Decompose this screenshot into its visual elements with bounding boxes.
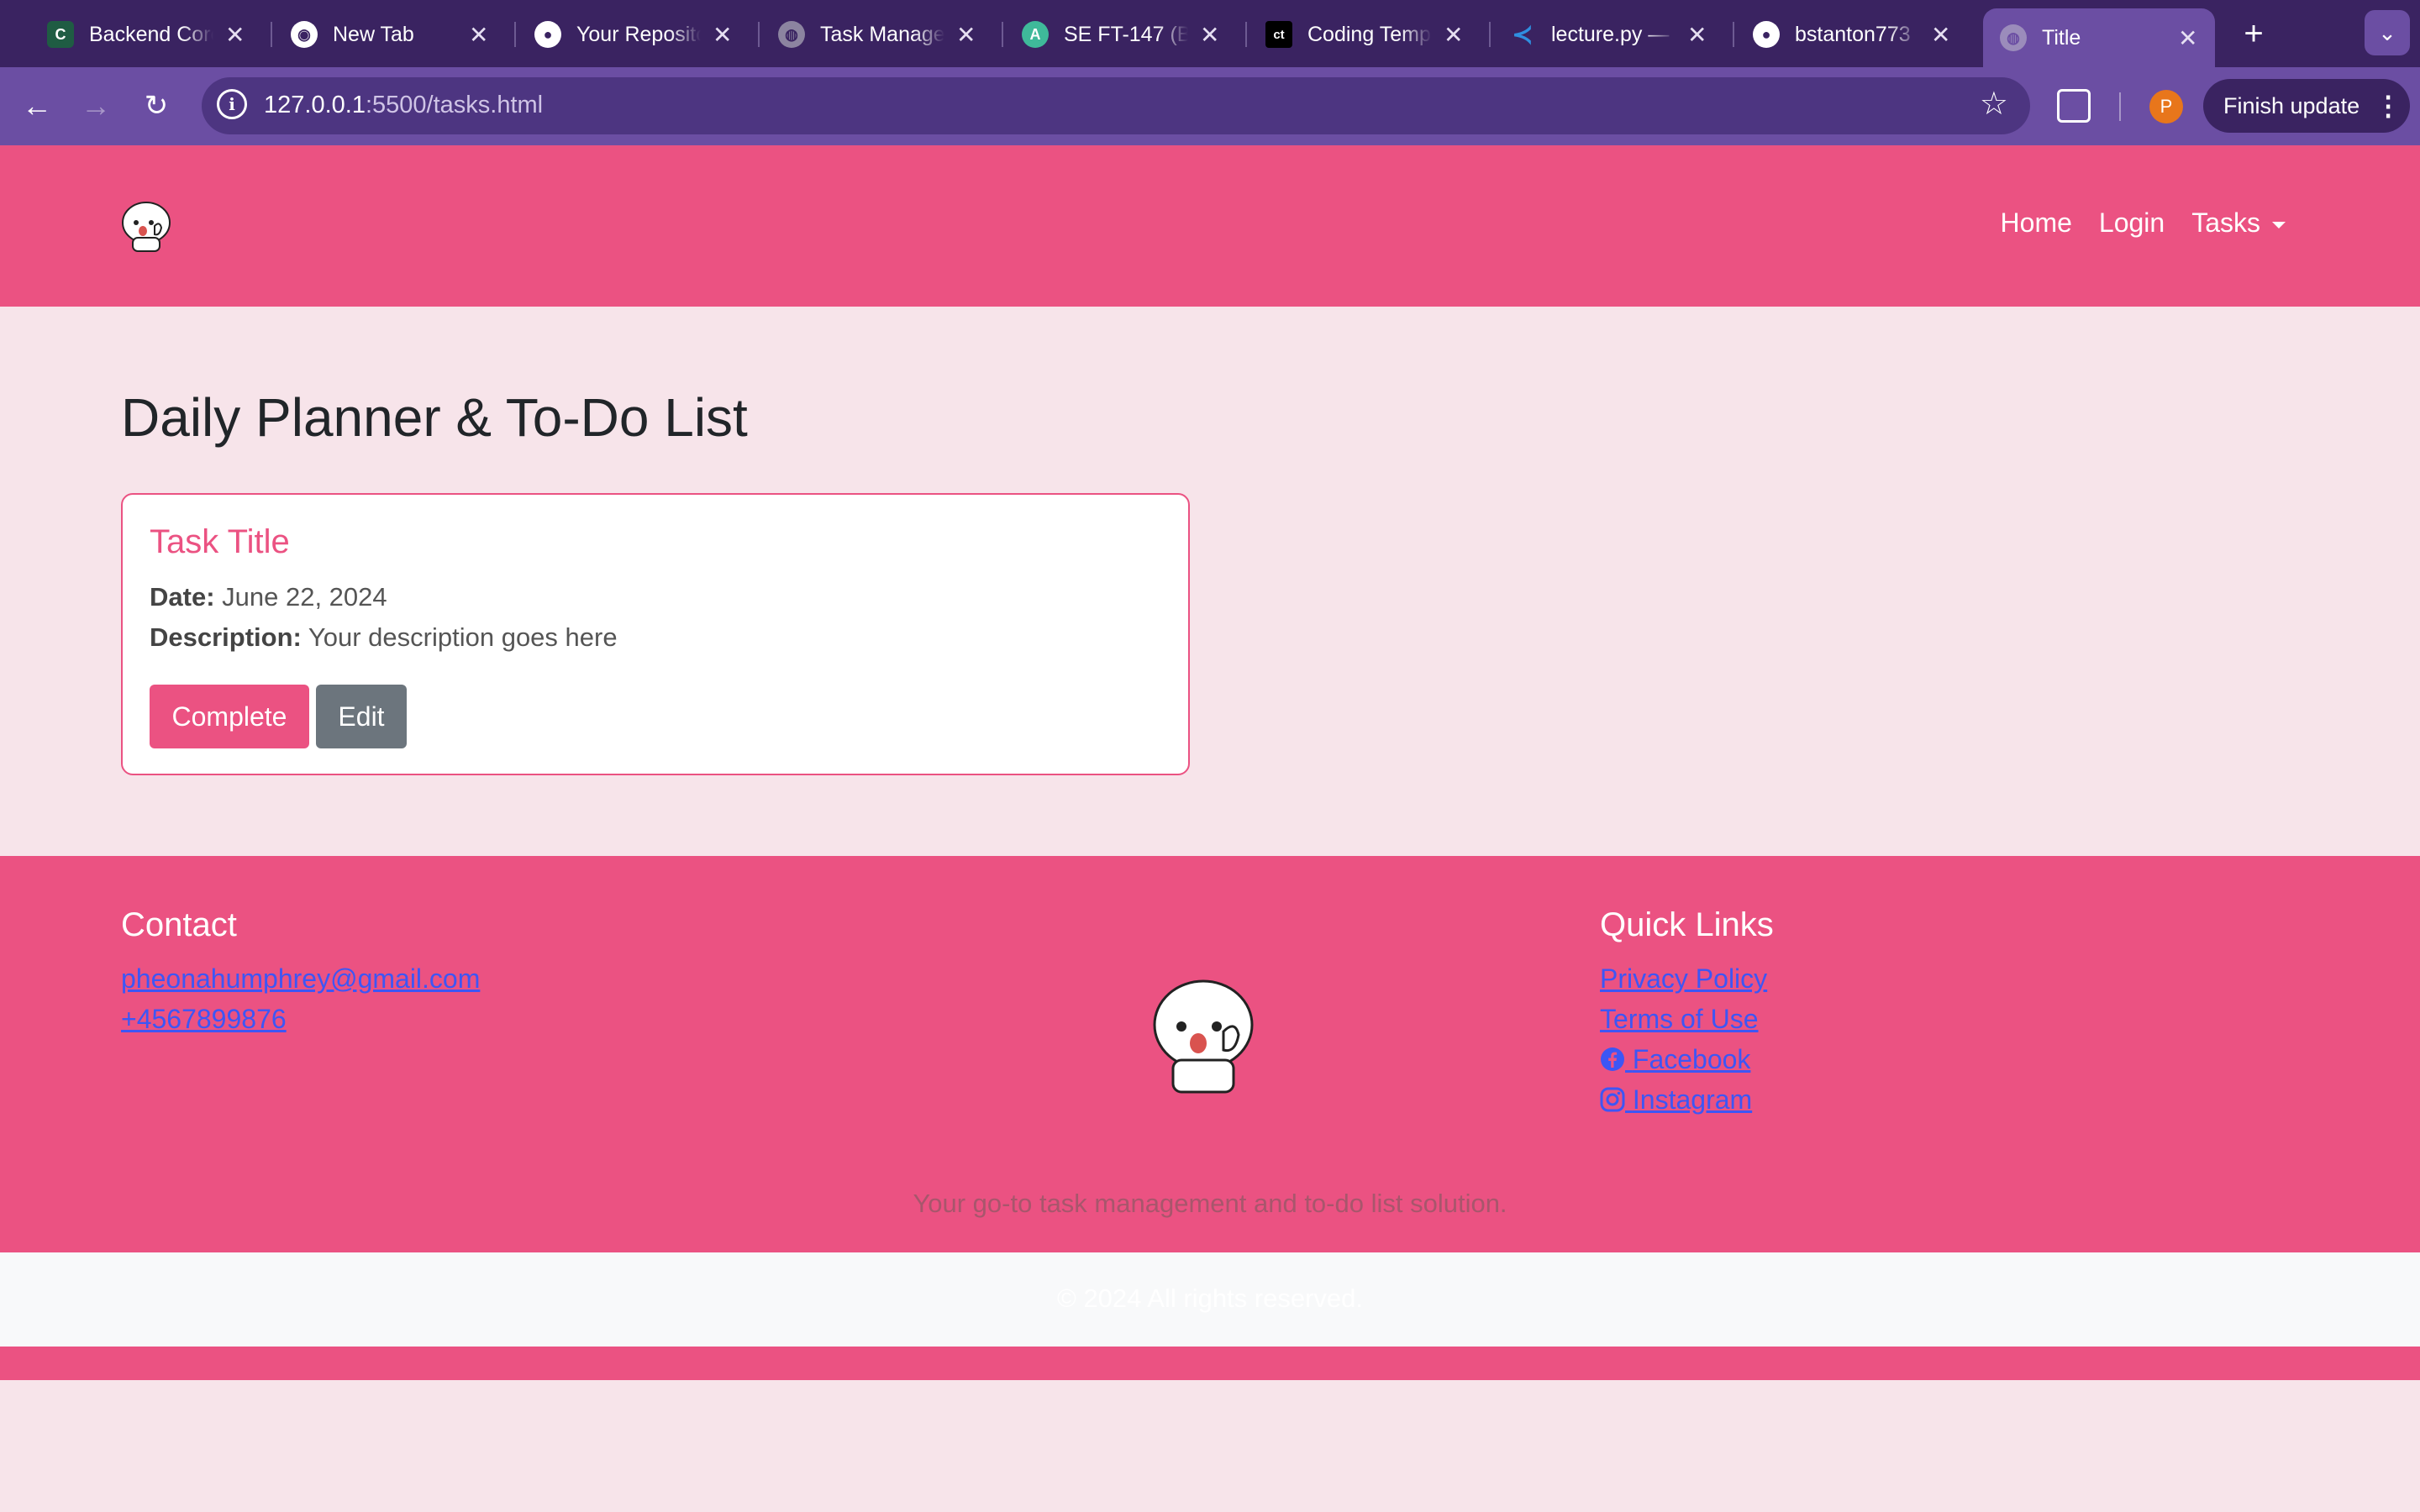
globe-icon: ◍: [2000, 24, 2027, 51]
browser-tab[interactable]: ◍ Task Manager ✕: [761, 10, 976, 59]
github-icon: ●: [534, 21, 561, 48]
browser-tab[interactable]: C Backend Core ✕: [30, 10, 245, 59]
contact-heading: Contact: [121, 906, 237, 943]
close-icon[interactable]: ✕: [1687, 21, 1707, 49]
nav-dropdown-label: Tasks: [2191, 207, 2260, 238]
tab-divider: [514, 22, 516, 47]
tab-divider: [1245, 22, 1247, 47]
copyright-text: © 2024 All rights reserved.: [1056, 1284, 1364, 1313]
globe-icon: ◍: [778, 21, 805, 48]
browser-tab[interactable]: ct Coding Temple ✕: [1249, 10, 1463, 59]
caret-down-icon: [2272, 221, 2286, 228]
mascot-logo-icon[interactable]: [121, 201, 171, 253]
tab-label: New Tab: [333, 22, 414, 46]
tab-divider: [1489, 22, 1491, 47]
app-icon: A: [1022, 21, 1049, 48]
nav-link-login[interactable]: Login: [2099, 207, 2165, 239]
back-icon[interactable]: ←: [13, 82, 60, 129]
task-card: Task Title Date: June 22, 2024 Descripti…: [121, 493, 1190, 775]
quick-links-heading: Quick Links: [1600, 906, 1774, 943]
new-tab-button[interactable]: +: [2232, 12, 2275, 55]
close-icon[interactable]: ✕: [1931, 21, 1950, 49]
ct-icon: ct: [1265, 21, 1292, 48]
tab-label: SE FT-147 (B: [1064, 22, 1188, 46]
chrome-icon: ◉: [291, 21, 318, 48]
browser-tab[interactable]: ● Your Repositories ✕: [518, 10, 732, 59]
coding-temple-icon: C: [47, 21, 74, 48]
contact-phone-link[interactable]: +4567899876: [121, 1004, 287, 1035]
close-icon[interactable]: ✕: [225, 21, 245, 49]
site-info-icon[interactable]: i: [217, 89, 247, 119]
forward-icon[interactable]: →: [72, 82, 119, 129]
toolbar-divider: [2119, 92, 2121, 121]
site-footer: Contact pheonahumphrey@gmail.com +456789…: [0, 856, 2420, 1252]
edit-button[interactable]: Edit: [316, 685, 407, 748]
close-icon[interactable]: ✕: [956, 21, 976, 49]
task-date-label: Date:: [150, 582, 215, 612]
tab-label: lecture.py —: [1551, 22, 1670, 46]
close-icon[interactable]: ✕: [713, 21, 732, 49]
finish-update-label: Finish update: [2223, 92, 2360, 118]
facebook-link[interactable]: Facebook: [1600, 1044, 1750, 1075]
url-host: 127.0.0.1: [264, 92, 366, 118]
task-description-label: Description:: [150, 622, 302, 652]
url-text[interactable]: 127.0.0.1:5500/tasks.html: [264, 92, 543, 119]
complete-button[interactable]: Complete: [150, 685, 309, 748]
browser-tab[interactable]: A SE FT-147 (B ✕: [1005, 10, 1219, 59]
instagram-link-label: Instagram: [1632, 1084, 1753, 1115]
close-icon[interactable]: ✕: [1444, 21, 1463, 49]
vscode-icon: ≺: [1512, 20, 1534, 49]
tab-label: Coding Temple: [1307, 22, 1432, 46]
finish-update-button[interactable]: Finish update ⋮: [2203, 79, 2410, 133]
tab-divider: [758, 22, 760, 47]
facebook-link-label: Facebook: [1632, 1044, 1751, 1074]
browser-tab[interactable]: ● bstanton773 ✕: [1736, 10, 1950, 59]
browser-toolbar: ← → ↻ i 127.0.0.1:5500/tasks.html ☆ P Fi…: [0, 67, 2420, 145]
tab-label: Backend Core: [89, 22, 213, 46]
task-title: Task Title: [150, 523, 290, 560]
browser-tab[interactable]: ◉ New Tab ✕: [274, 10, 488, 59]
tab-divider: [1002, 22, 1003, 47]
nav-links: Home Login Tasks: [2001, 207, 2286, 239]
contact-email-link[interactable]: pheonahumphrey@gmail.com: [121, 963, 480, 995]
bottom-strip: [0, 1347, 2420, 1380]
browser-tab-active[interactable]: ◍ Title ✕: [1983, 8, 2215, 67]
url-path: :5500/tasks.html: [365, 92, 544, 118]
github-icon: ●: [1753, 21, 1780, 48]
task-date: Date: June 22, 2024: [150, 582, 387, 612]
instagram-icon: [1600, 1087, 1625, 1112]
tab-search-button[interactable]: ⌄: [2365, 10, 2410, 55]
tab-label: Task Manager: [820, 22, 944, 46]
nav-link-home[interactable]: Home: [2001, 207, 2072, 239]
tab-label: bstanton773: [1795, 22, 1911, 46]
task-description: Description: Your description goes here: [150, 622, 618, 653]
privacy-policy-link[interactable]: Privacy Policy: [1600, 963, 1767, 995]
tab-label: Your Repositories: [576, 22, 701, 46]
task-date-value: June 22, 2024: [222, 582, 387, 612]
close-icon[interactable]: ✕: [2178, 24, 2197, 52]
terms-of-use-link[interactable]: Terms of Use: [1600, 1004, 1758, 1035]
tab-divider: [1733, 22, 1734, 47]
mascot-illustration: [1153, 979, 1254, 1094]
copyright-bar: © 2024 All rights reserved.: [0, 1252, 2420, 1347]
bookmark-star-icon[interactable]: ☆: [1980, 85, 2008, 123]
tab-divider: [271, 22, 272, 47]
close-icon[interactable]: ✕: [1200, 21, 1219, 49]
tab-label: Title: [2042, 25, 2081, 50]
address-bar[interactable]: i 127.0.0.1:5500/tasks.html ☆: [202, 77, 2030, 134]
extensions-icon[interactable]: [2057, 89, 2091, 123]
browser-tab-strip: C Backend Core ✕ ◉ New Tab ✕ ● Your Repo…: [0, 0, 2420, 67]
site-navbar: Home Login Tasks: [0, 145, 2420, 307]
profile-avatar[interactable]: P: [2149, 90, 2183, 123]
reload-icon[interactable]: ↻: [133, 82, 180, 129]
close-icon[interactable]: ✕: [469, 21, 488, 49]
browser-tab[interactable]: ≺ lecture.py — ✕: [1492, 10, 1707, 59]
nav-dropdown-tasks[interactable]: Tasks: [2191, 207, 2286, 239]
menu-kebab-icon: ⋮: [2375, 91, 2402, 121]
instagram-link[interactable]: Instagram: [1600, 1084, 1752, 1116]
task-description-value: Your description goes here: [308, 622, 618, 652]
footer-tagline: Your go-to task management and to-do lis…: [913, 1189, 1507, 1218]
facebook-icon: [1601, 1047, 1624, 1071]
page-title: Daily Planner & To-Do List: [121, 387, 748, 448]
